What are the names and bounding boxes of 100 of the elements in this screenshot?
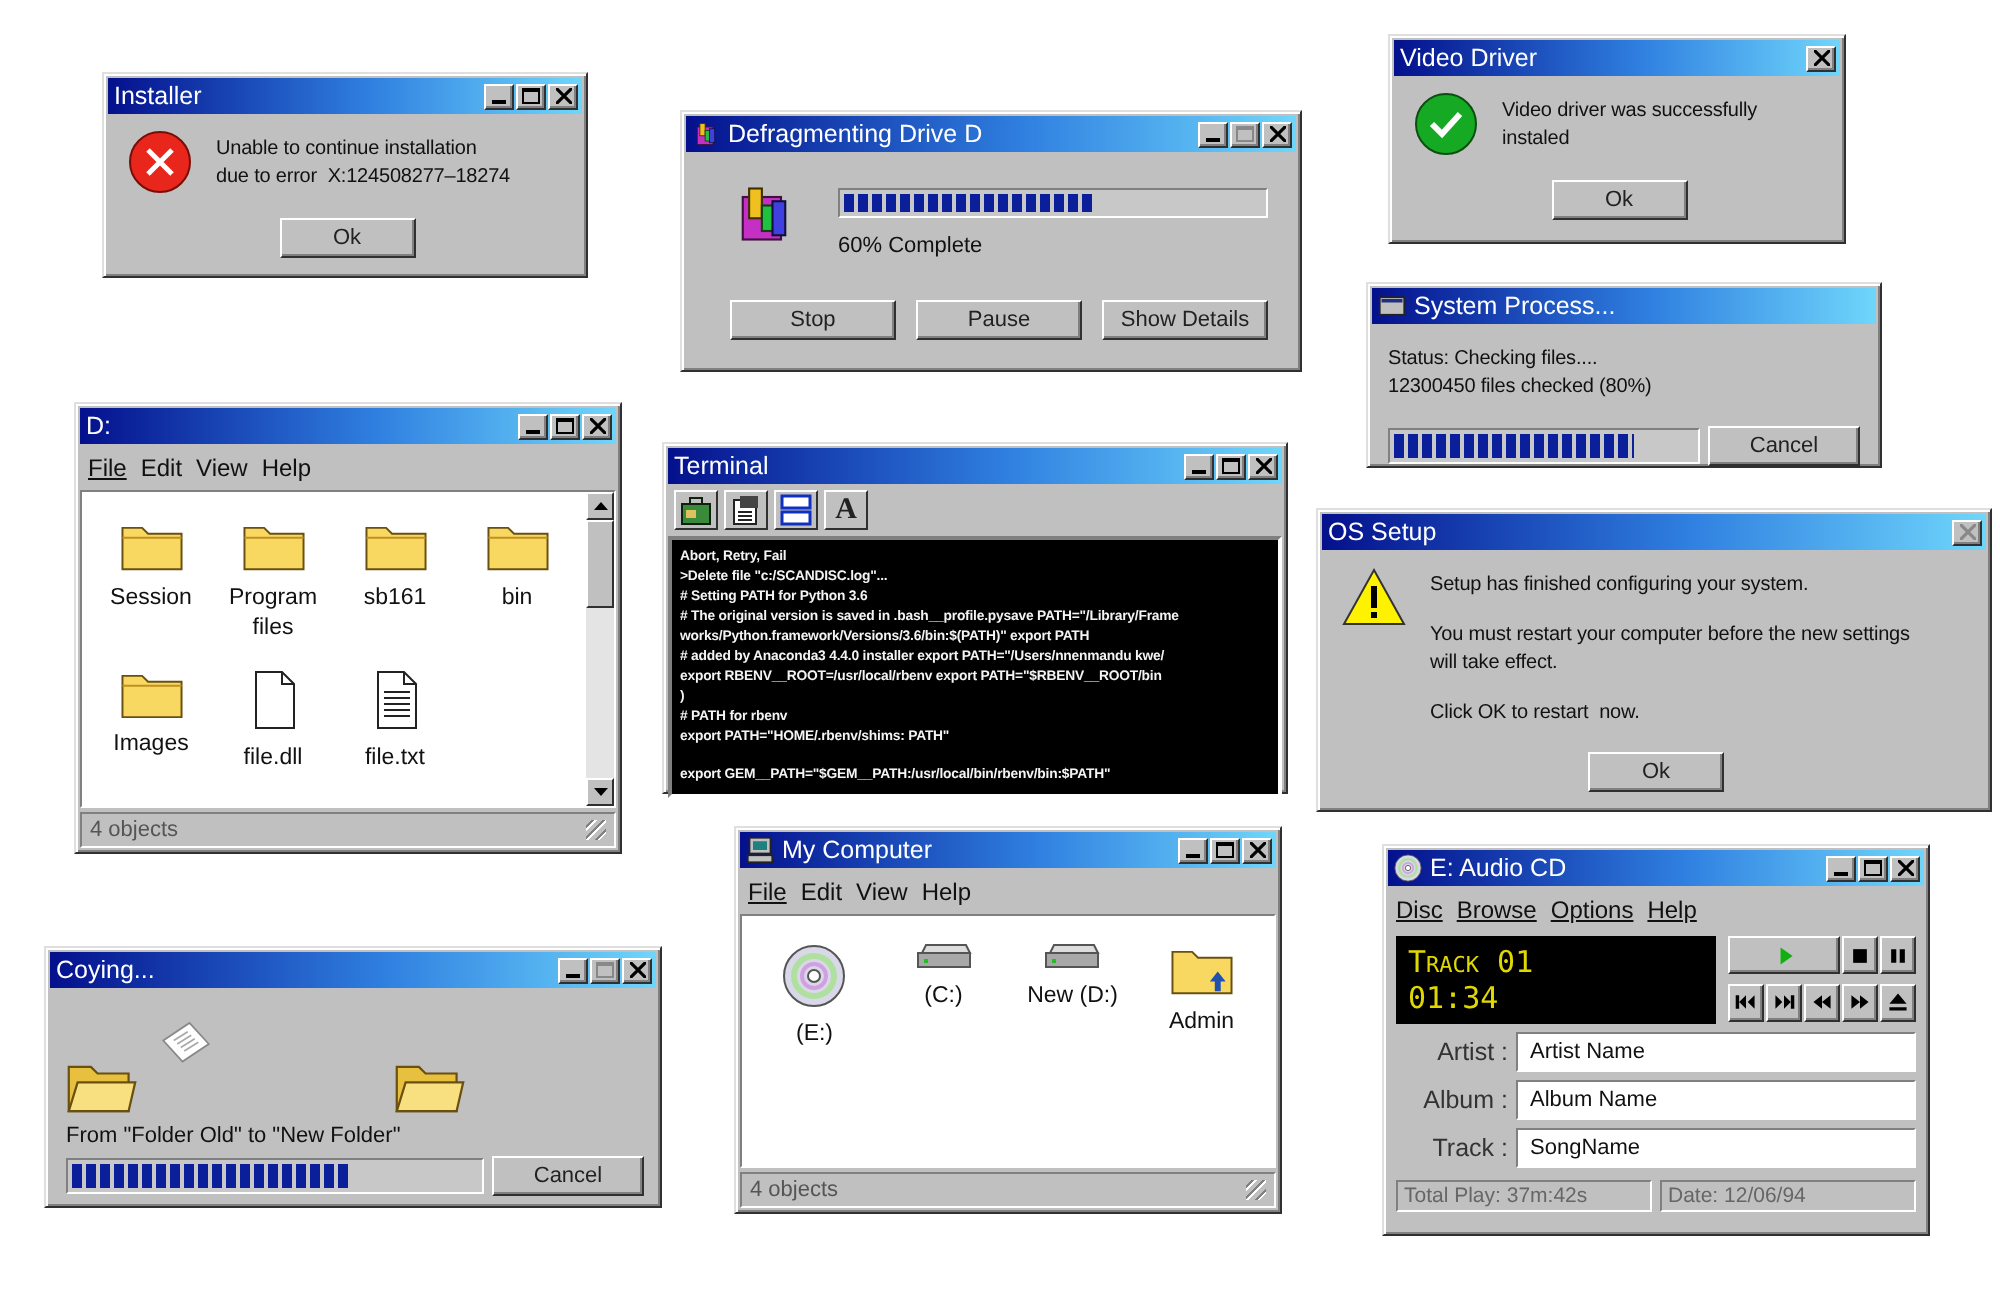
eject-icon: [1886, 990, 1910, 1014]
text-field[interactable]: Album Name: [1516, 1080, 1916, 1120]
menu-item[interactable]: Edit: [140, 454, 183, 482]
close-icon: [1249, 842, 1265, 858]
stop-button[interactable]: [1842, 936, 1878, 974]
display-text: Track 01: [1408, 944, 1536, 980]
folder-item[interactable]: Images: [90, 667, 212, 774]
briefcase-tool-button[interactable]: [674, 490, 718, 530]
maximize-button[interactable]: [1216, 453, 1246, 479]
menu-item[interactable]: Help: [261, 454, 312, 482]
play-button[interactable]: [1728, 936, 1840, 974]
scroll-thumb[interactable]: [586, 520, 614, 608]
maximize-button[interactable]: [550, 413, 580, 439]
window-title: E: Audio CD: [1430, 854, 1569, 882]
text-field[interactable]: Artist Name: [1516, 1032, 1916, 1072]
display-text: 01:34: [1408, 980, 1501, 1016]
cd-item[interactable]: (E:): [750, 944, 879, 1050]
close-button[interactable]: [1806, 45, 1836, 71]
dialog-button[interactable]: Cancel: [1708, 426, 1860, 466]
properties-icon: [730, 494, 762, 526]
window-icon: [1378, 292, 1406, 320]
drive-item[interactable]: (C:): [879, 944, 1008, 1050]
minimize-button[interactable]: [1184, 453, 1214, 479]
resize-grip[interactable]: [1246, 1180, 1266, 1200]
minimize-button[interactable]: [1198, 121, 1228, 147]
maximize-icon: [1236, 126, 1254, 142]
maximize-button[interactable]: [516, 83, 546, 109]
close-icon: [1959, 524, 1975, 540]
maximize-icon: [1222, 458, 1240, 474]
close-icon: [629, 962, 645, 978]
previous-track-icon: [1734, 990, 1758, 1014]
close-button[interactable]: [548, 83, 578, 109]
folder-item[interactable]: Admin: [1137, 944, 1266, 1050]
minimize-button[interactable]: [1826, 855, 1856, 881]
minimize-button[interactable]: [518, 413, 548, 439]
menu-item[interactable]: Help: [1647, 896, 1697, 924]
window-title: My Computer: [782, 836, 935, 864]
window-title: System Process...: [1414, 292, 1618, 320]
resize-grip[interactable]: [586, 820, 606, 840]
rewind-button[interactable]: [1804, 983, 1840, 1021]
folder-item[interactable]: sb161: [334, 520, 456, 644]
fast-forward-icon: [1848, 990, 1872, 1014]
maximize-button[interactable]: [1210, 837, 1240, 863]
close-button[interactable]: [1248, 453, 1278, 479]
window-title: Video Driver: [1400, 44, 1540, 72]
briefcase-icon: [680, 494, 712, 526]
windows-tool-button[interactable]: [774, 490, 818, 530]
menu-item[interactable]: View: [856, 878, 908, 906]
close-button[interactable]: [1890, 855, 1920, 881]
message-text: Click OK to restart now.: [1430, 700, 1642, 728]
fast-forward-button[interactable]: [1842, 983, 1878, 1021]
close-icon: [1897, 860, 1913, 876]
menu-item[interactable]: Options: [1550, 896, 1634, 924]
stop-icon: [1848, 943, 1872, 967]
next-track-icon: [1772, 990, 1796, 1014]
progress-caption: 60% Complete: [838, 234, 985, 258]
maximize-icon: [522, 88, 540, 104]
close-button[interactable]: [622, 957, 652, 983]
minimize-button[interactable]: [558, 957, 588, 983]
menu-item[interactable]: View: [196, 454, 248, 482]
close-button[interactable]: [1242, 837, 1272, 863]
close-button[interactable]: [582, 413, 612, 439]
dialog-button[interactable]: Ok: [1588, 752, 1724, 792]
folder-item[interactable]: Session: [90, 520, 212, 644]
dialog-button[interactable]: Show Details: [1102, 300, 1268, 340]
next-track-button[interactable]: [1766, 983, 1802, 1021]
menu-item[interactable]: Browse: [1456, 896, 1537, 924]
dialog-button[interactable]: Pause: [916, 300, 1082, 340]
folder-item[interactable]: bin: [456, 520, 578, 644]
file-item[interactable]: file.dll: [212, 667, 334, 774]
previous-track-button[interactable]: [1728, 983, 1764, 1021]
minimize-button[interactable]: [484, 83, 514, 109]
drive-item[interactable]: New (D:): [1008, 944, 1137, 1050]
dialog-button[interactable]: Ok: [1551, 180, 1687, 220]
folder-item[interactable]: Program files: [212, 520, 334, 644]
properties-tool-button[interactable]: [724, 490, 768, 530]
scroll-up-button[interactable]: [586, 492, 614, 520]
menu-item[interactable]: Edit: [800, 878, 843, 906]
dialog-button[interactable]: Stop: [730, 300, 896, 340]
scrollbar[interactable]: [586, 492, 614, 806]
maximize-button[interactable]: [1858, 855, 1888, 881]
menu-item[interactable]: File: [88, 454, 127, 482]
copy-caption: From "Folder Old" to "New Folder": [66, 1124, 403, 1148]
menu-item[interactable]: Disc: [1396, 896, 1443, 924]
font-tool-button[interactable]: A: [824, 490, 868, 530]
dialog-button[interactable]: Cancel: [492, 1156, 644, 1196]
rewind-icon: [1810, 990, 1834, 1014]
window-title: Coying...: [56, 956, 157, 984]
field-label: Album :: [1421, 1086, 1508, 1114]
text-file-item[interactable]: file.txt: [334, 667, 456, 774]
pause-button[interactable]: [1880, 936, 1916, 974]
menu-item[interactable]: Help: [921, 878, 972, 906]
scroll-down-button[interactable]: [586, 778, 614, 806]
dialog-button[interactable]: Ok: [279, 218, 415, 258]
close-icon: [589, 418, 605, 434]
eject-button[interactable]: [1880, 983, 1916, 1021]
close-button[interactable]: [1262, 121, 1292, 147]
text-field[interactable]: SongName: [1516, 1128, 1916, 1168]
minimize-button[interactable]: [1178, 837, 1208, 863]
menu-item[interactable]: File: [748, 878, 787, 906]
